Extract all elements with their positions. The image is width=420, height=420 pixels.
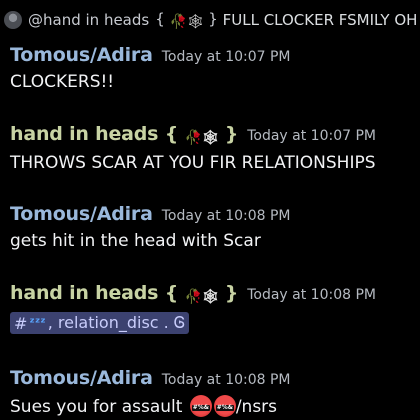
message-header: Tomous/Adira Today at 10:07 PM <box>10 44 415 66</box>
message-text: Sues you for assault <box>10 397 183 417</box>
timestamp: Today at 10:08 PM <box>161 372 291 388</box>
author-name[interactable]: hand in heads { 🥀🕸 } <box>10 123 238 147</box>
message: Tomous/Adira Today at 10:08 PM Sues you … <box>10 367 415 417</box>
angry-face-icon: #%& <box>189 395 212 417</box>
message-header: hand in heads { 🥀🕸 } Today at 10:07 PM <box>10 123 415 147</box>
name-decoration: { 🥀🕸 } <box>155 9 223 30</box>
message: hand in heads { 🥀🕸 } Today at 10:08 PM #… <box>10 282 415 334</box>
message: hand in heads { 🥀🕸 } Today at 10:07 PM T… <box>10 123 415 173</box>
reply-author[interactable]: @hand in heads <box>28 11 149 29</box>
message-header: Tomous/Adira Today at 10:08 PM <box>10 367 415 389</box>
name-decoration: { 🥀🕸 } <box>164 282 239 305</box>
channel-name: , relation_disc . Ꮆ <box>47 313 186 332</box>
angry-face-icon: #%& <box>213 395 236 417</box>
message-content: Sues you for assault #%& #%&/nsrs <box>10 395 415 417</box>
reply-preview[interactable]: @hand in heads { 🥀🕸 } FULL CLOCKER FSMIL… <box>0 8 420 32</box>
message: Tomous/Adira Today at 10:08 PM gets hit … <box>10 203 415 251</box>
spider-web-icon: 🕸 <box>186 13 205 30</box>
timestamp: Today at 10:07 PM <box>247 128 376 144</box>
zzz-icon: ᶻᶻᶻ <box>29 315 46 331</box>
wilted-rose-icon: 🥀 <box>169 13 187 30</box>
channel-mention[interactable]: # ᶻᶻᶻ , relation_disc . Ꮆ <box>10 312 190 334</box>
author-name[interactable]: Tomous/Adira <box>10 367 153 389</box>
message-header: hand in heads { 🥀🕸 } Today at 10:08 PM <box>10 282 415 306</box>
timestamp: Today at 10:07 PM <box>161 49 291 65</box>
message-text-suffix: /nsrs <box>235 397 278 417</box>
message-content: # ᶻᶻᶻ , relation_disc . Ꮆ <box>10 312 415 334</box>
channel-hash: # <box>14 313 28 333</box>
reply-text: FULL CLOCKER FSMILY OH M <box>222 11 420 29</box>
author-name-text: hand in heads <box>10 282 159 304</box>
message-header: Tomous/Adira Today at 10:08 PM <box>10 203 415 225</box>
timestamp: Today at 10:08 PM <box>161 208 291 224</box>
message-content: THROWS SCAR AT YOU FIR RELATIONSHIPS <box>10 153 376 173</box>
author-name[interactable]: hand in heads { 🥀🕸 } <box>10 282 238 306</box>
reply-avatar[interactable] <box>4 11 22 29</box>
author-name-text: hand in heads <box>10 123 159 145</box>
spider-web-icon: 🕸 <box>201 130 220 146</box>
wilted-rose-icon: 🥀 <box>184 130 202 146</box>
timestamp: Today at 10:08 PM <box>247 287 376 303</box>
message: Tomous/Adira Today at 10:07 PM CLOCKERS!… <box>10 44 415 92</box>
spider-web-icon: 🕸 <box>201 289 220 305</box>
message-content: gets hit in the head with Scar <box>10 231 261 251</box>
author-name[interactable]: Tomous/Adira <box>10 44 153 66</box>
wilted-rose-icon: 🥀 <box>184 289 202 305</box>
author-name[interactable]: Tomous/Adira <box>10 203 153 225</box>
name-decoration: { 🥀🕸 } <box>164 123 239 146</box>
message-content: CLOCKERS!! <box>10 72 115 92</box>
